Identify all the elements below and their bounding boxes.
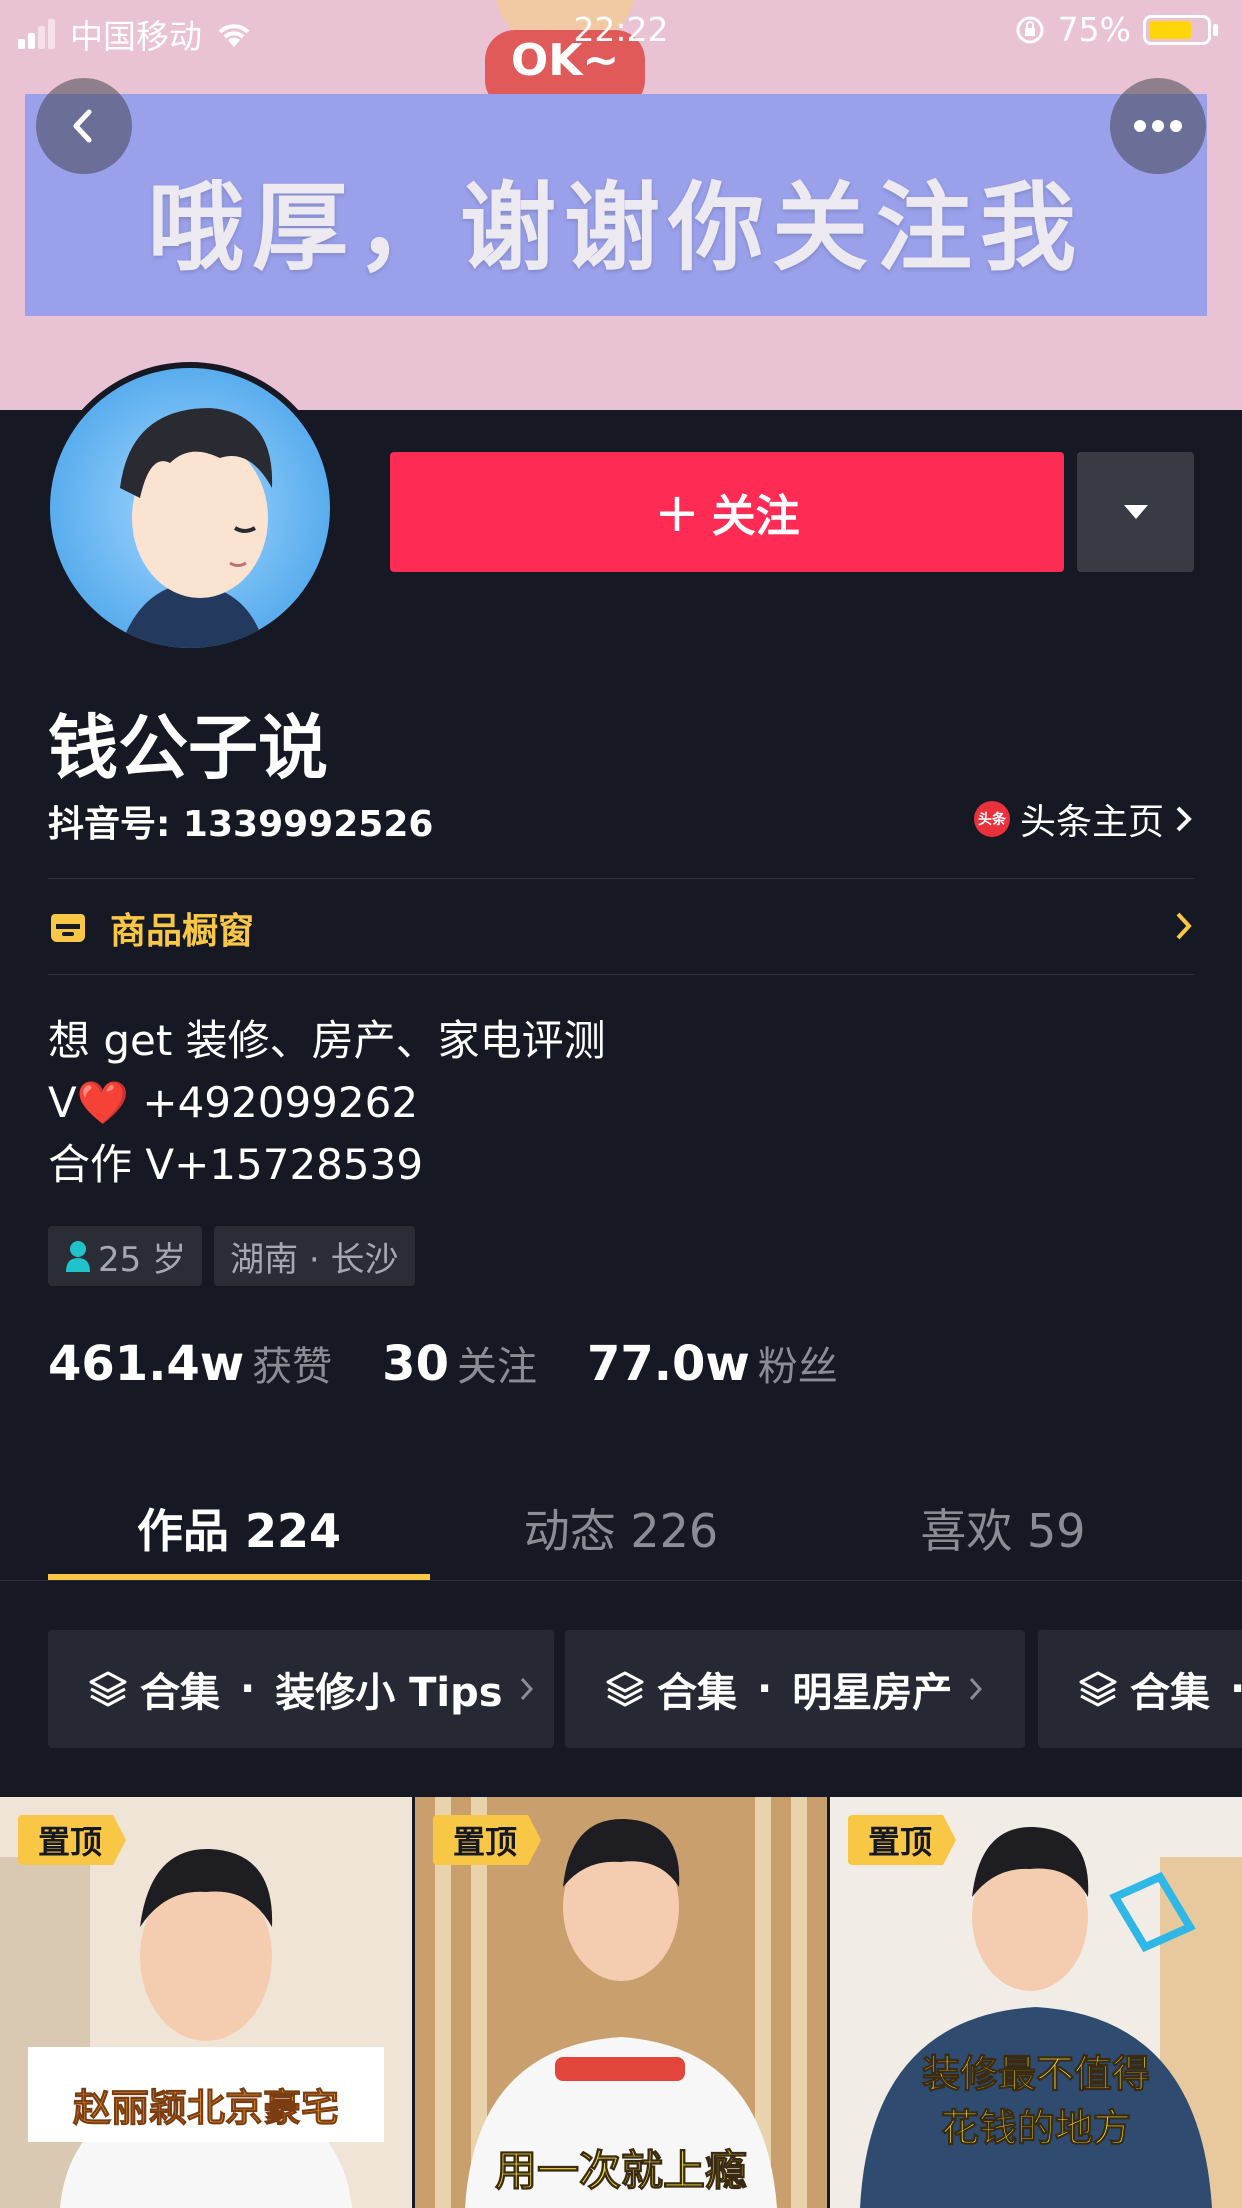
profile-name: 钱公子说 [48,707,328,789]
video-thumbnail[interactable]: 置顶 装修最不值得 花钱的地方 [830,1797,1242,2208]
pinned-badge: 置顶 [433,1815,542,1865]
bio-line: V❤️ +492099262 [48,1078,419,1127]
toutiao-icon: 头条 [973,801,1010,837]
battery-icon [1143,14,1211,45]
likes-count: 461.4w [48,1336,245,1392]
layers-icon [1079,1671,1117,1707]
divider [48,974,1194,975]
banner-text: 哦厚，谢谢你关注我 [148,172,1084,284]
follow-label: 关注 [711,491,800,542]
follow-button[interactable]: + 关注 [390,452,1064,572]
collection-prefix: 合集 [140,1670,220,1716]
back-icon [73,109,92,143]
shop-label: 商品橱窗 [110,911,255,952]
collections-row: 合集 · 装修小 Tips 合集 · 明星房产 合集 · [48,1630,1242,1748]
layers-icon [89,1671,127,1707]
chevron-right-icon [1176,912,1192,940]
chevron-right-icon [1176,806,1192,832]
toutiao-link-label: 头条主页 [1019,802,1164,843]
back-button[interactable] [36,78,132,174]
profile-stats: 461.4w 获赞 30 关注 77.0w 粉丝 [48,1334,888,1392]
collection-chip[interactable]: 合集 · 明星房产 [565,1630,1025,1748]
shop-icon [51,914,85,942]
collection-dot: · [757,1666,773,1712]
video-caption: 用一次就上瘾 [494,2146,747,2196]
status-bar: 中国移动 22:22 75% [0,0,1242,60]
video-thumbnail[interactable]: 置顶 赵丽颖北京豪宅 [0,1797,412,2208]
more-icon [1134,120,1182,132]
collection-prefix: 合集 [1130,1670,1210,1716]
collection-chip[interactable]: 合集 · [1038,1630,1242,1748]
video-caption-line: 装修最不值得 [921,2052,1150,2097]
battery-percent: 75% [1057,10,1131,49]
bio-line: 合作 V+15728539 [48,1140,424,1189]
chevron-right-icon [520,1677,533,1701]
pinned-badge: 置顶 [18,1815,127,1865]
collection-dot: · [1230,1666,1242,1712]
collection-prefix: 合集 [657,1670,737,1716]
pinned-badge: 置顶 [848,1815,957,1865]
age-tag: 25 岁 [48,1226,203,1286]
following-count[interactable]: 30 [382,1336,449,1392]
tab-likes[interactable]: 喜欢 59 [812,1476,1194,1580]
orientation-lock-icon [1016,16,1044,43]
battery-tip [1213,23,1218,36]
bio-line: 想 get 装修、房产、家电评测 [48,1016,606,1065]
video-thumbnail[interactable]: 置顶 用一次就上瘾 [415,1797,827,2208]
likes-label: 获赞 [252,1344,333,1390]
avatar-image [50,368,330,648]
profile-banner: OK~ 哦厚，谢谢你关注我 [0,0,1242,410]
tab-posts[interactable]: 动态 226 [430,1476,812,1580]
chevron-right-icon [970,1677,983,1701]
toutiao-homepage-link[interactable]: 头条 头条主页 [973,793,1194,845]
location-tag: 湖南 · 长沙 [214,1226,415,1286]
plus-icon: + [654,480,700,544]
collection-dot: · [240,1666,256,1712]
location-label: 湖南 · 长沙 [230,1239,399,1280]
more-button[interactable] [1110,78,1206,174]
video-caption: 赵丽颖北京豪宅 [72,2086,339,2131]
user-icon [66,1241,90,1272]
layers-icon [606,1671,644,1707]
douyin-id: 抖音号: 1339992526 [48,804,434,845]
video-caption-line: 花钱的地方 [940,2106,1131,2151]
avatar[interactable] [44,362,336,654]
shop-window-row[interactable]: 商品橱窗 [48,898,1194,958]
chevron-down-icon [1123,505,1148,519]
followers-count[interactable]: 77.0w [587,1336,750,1392]
collection-name: 装修小 Tips [275,1670,503,1716]
divider [0,1580,1242,1581]
collection-chip[interactable]: 合集 · 装修小 Tips [48,1630,554,1748]
followers-label[interactable]: 粉丝 [758,1334,838,1392]
recommend-dropdown-button[interactable] [1077,452,1194,572]
content-tabs: 作品 224 动态 226 喜欢 59 [0,1476,1242,1580]
age-label: 25 岁 [98,1239,187,1280]
following-label[interactable]: 关注 [457,1334,537,1392]
profile-tags: 25 岁 湖南 · 长沙 [48,1226,415,1286]
divider [48,878,1194,879]
profile-bio: 想 get 装修、房产、家电评测 V❤️ +492099262 合作 V+157… [48,1010,606,1196]
video-grid: 置顶 赵丽颖北京豪宅 置顶 用一次就上瘾 置顶 装修最不值得 花钱的地方 [0,1797,1242,2208]
video-caption: 装修最不值得 花钱的地方 [850,2047,1222,2155]
collection-name: 明星房产 [792,1670,953,1716]
tab-works[interactable]: 作品 224 [48,1476,430,1580]
